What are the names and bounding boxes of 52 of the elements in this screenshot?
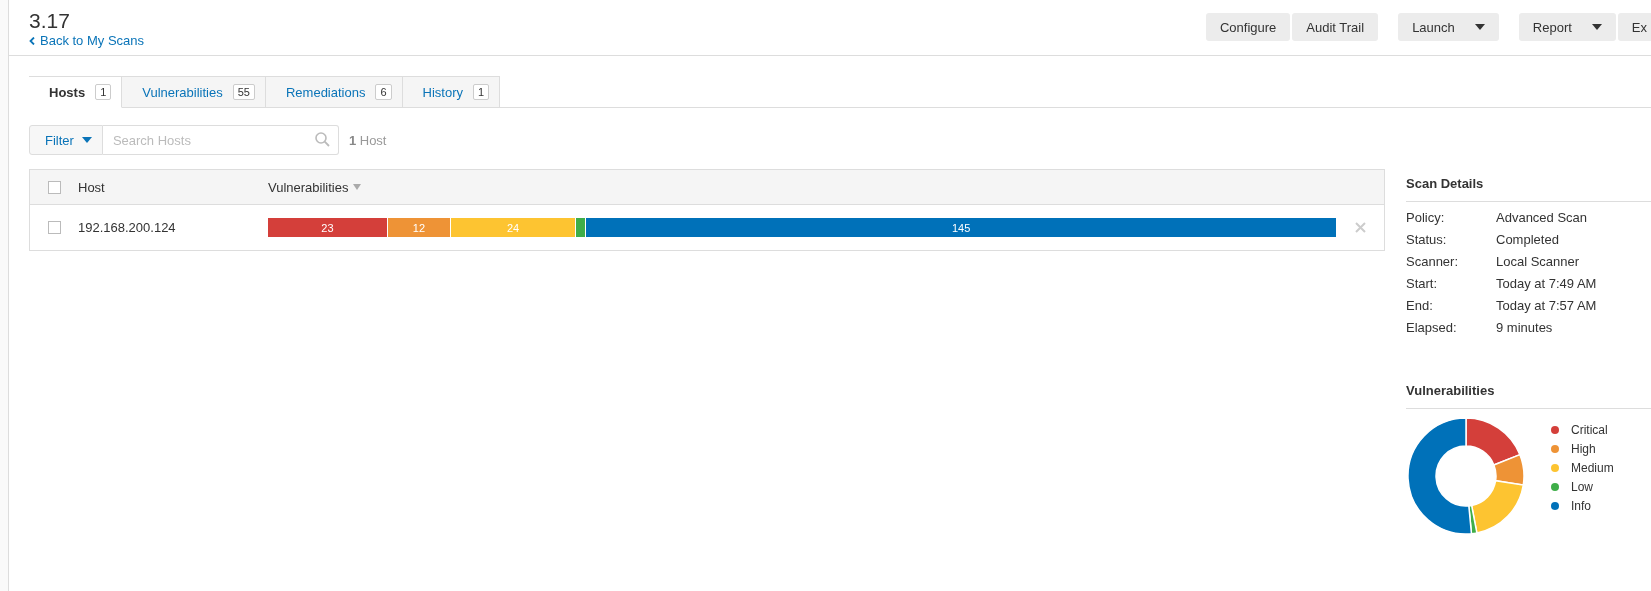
- checkbox[interactable]: [48, 180, 61, 194]
- caret-icon: [81, 137, 92, 143]
- back-link[interactable]: Back to My Scans: [29, 33, 145, 48]
- tab[interactable]: Remediations 6: [265, 76, 403, 108]
- detail-value: Local Scanner: [1496, 254, 1581, 270]
- scan-title: 3.17: [29, 9, 71, 33]
- tab[interactable]: Vulnerabilities 55: [122, 76, 266, 108]
- legend-label: Medium: [1571, 460, 1614, 476]
- section-title: Scan Details: [1406, 166, 1651, 202]
- search-icon: [314, 132, 330, 147]
- bar-segment: 145: [585, 218, 1336, 237]
- bar-segment: 24: [450, 218, 576, 237]
- toolbar-button[interactable]: Audit Trail: [1292, 13, 1379, 41]
- legend-label: High: [1571, 441, 1596, 457]
- detail-value: Today at 7:57 AM: [1496, 298, 1598, 314]
- detail-value: Today at 7:49 AM: [1496, 276, 1598, 292]
- bar-segment: 23: [268, 218, 387, 237]
- detail-label: Elapsed:: [1406, 320, 1458, 336]
- detail-label: Status:: [1406, 232, 1448, 248]
- legend-label: Low: [1571, 479, 1593, 495]
- host-count: 1 Host: [348, 132, 387, 148]
- checkbox[interactable]: [48, 221, 61, 234]
- legend-label: Info: [1571, 498, 1591, 514]
- count-badge: 1: [473, 84, 490, 100]
- remove-icon[interactable]: [1354, 222, 1366, 233]
- dropdown-button[interactable]: Launch: [1398, 13, 1499, 41]
- tab[interactable]: History 1: [402, 76, 501, 108]
- caret-icon: [1474, 24, 1485, 30]
- detail-value: 9 minutes: [1496, 320, 1554, 336]
- count-badge: 1: [95, 84, 112, 100]
- chevron-icon: [29, 36, 35, 45]
- detail-value: Completed: [1496, 232, 1560, 248]
- count-badge: 6: [375, 84, 392, 100]
- detail-label: Policy:: [1406, 210, 1446, 226]
- host-cell[interactable]: 192.168.200.124: [78, 220, 268, 235]
- dropdown-button[interactable]: Report: [1518, 13, 1616, 41]
- detail-value: Advanced Scan: [1496, 210, 1589, 226]
- bar-segment: 12: [386, 218, 450, 237]
- detail-label: Scanner:: [1406, 254, 1460, 270]
- search-field[interactable]: Search Hosts: [102, 125, 339, 155]
- tab[interactable]: Hosts 1: [29, 76, 123, 108]
- column-header[interactable]: Vulnerabilities: [268, 179, 1336, 195]
- detail-label: Start:: [1406, 276, 1439, 292]
- toolbar-button[interactable]: Ex: [1617, 13, 1651, 41]
- count-badge: 55: [232, 84, 255, 100]
- detail-label: End:: [1406, 298, 1434, 314]
- legend-label: Critical: [1571, 422, 1608, 438]
- caret-icon: [1591, 24, 1602, 30]
- section-title: Vulnerabilities: [1406, 373, 1651, 409]
- column-header[interactable]: Host: [78, 179, 268, 195]
- toolbar-button[interactable]: Configure: [1205, 13, 1291, 41]
- filter-button[interactable]: Filter: [29, 125, 103, 155]
